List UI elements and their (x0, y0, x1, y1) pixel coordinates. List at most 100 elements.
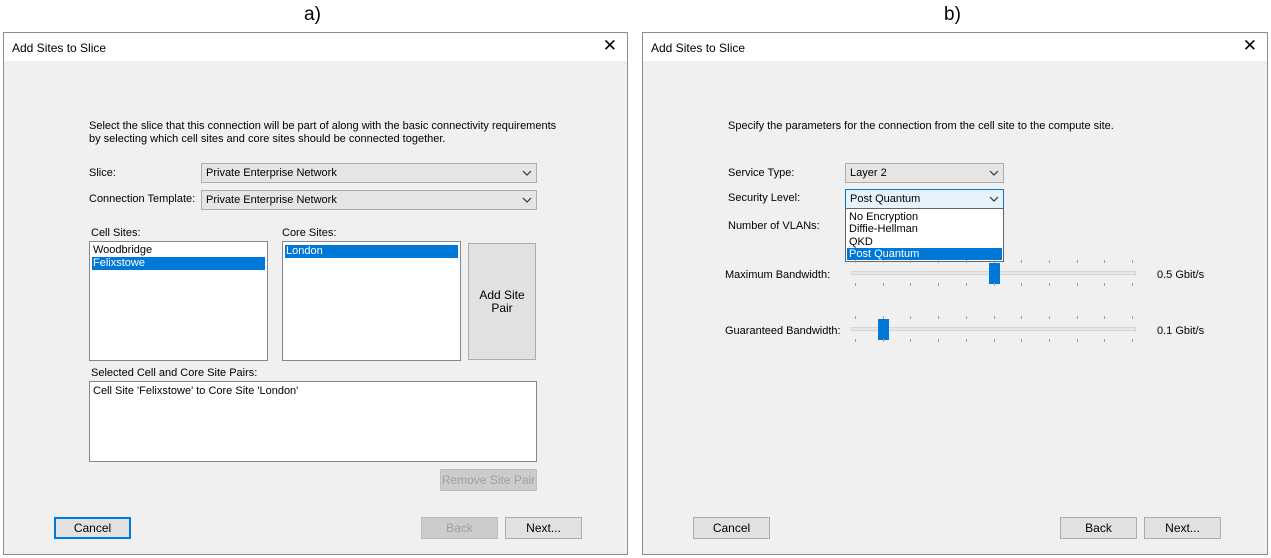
slider-tick (910, 339, 911, 342)
slider-tick (855, 283, 856, 286)
template-combobox[interactable]: Private Enterprise Network (201, 190, 537, 210)
slider-tick (966, 339, 967, 342)
slider-tick (1021, 260, 1022, 263)
chevron-down-icon (522, 170, 532, 176)
template-label: Connection Template: (89, 193, 196, 205)
template-value: Private Enterprise Network (206, 194, 337, 206)
slider-tick (1021, 283, 1022, 286)
dialog-add-sites-a: Add Sites to Slice ✕ Select the slice th… (3, 32, 628, 555)
slider-tick (1132, 283, 1133, 286)
chevron-down-icon (989, 170, 999, 176)
description-text: Select the slice that this connection wi… (89, 120, 557, 145)
slider-tick (1104, 283, 1105, 286)
slider-tick (1077, 283, 1078, 286)
slider-tick (1132, 316, 1133, 319)
slice-label: Slice: (89, 167, 116, 179)
slider-tick (1104, 260, 1105, 263)
security-level-value: Post Quantum (850, 193, 921, 205)
slider-tick (1077, 339, 1078, 342)
slider-track (851, 327, 1136, 331)
slider-tick (883, 260, 884, 263)
slice-value: Private Enterprise Network (206, 167, 337, 179)
slider-tick (1049, 260, 1050, 263)
slider-tick (994, 260, 995, 263)
back-button[interactable]: Back (1060, 517, 1137, 539)
title-bar: Add Sites to Slice ✕ (643, 33, 1267, 61)
slider-thumb[interactable] (989, 263, 1000, 284)
guaranteed-bandwidth-value: 0.1 Gbit/s (1157, 325, 1205, 337)
slider-tick (883, 316, 884, 319)
slider-tick (938, 260, 939, 263)
slider-thumb[interactable] (878, 319, 889, 340)
core-sites-list[interactable]: London (282, 241, 461, 361)
slider-tick (994, 283, 995, 286)
slider-tick (910, 260, 911, 263)
list-item-london[interactable]: London (285, 245, 458, 258)
slider-tick (966, 260, 967, 263)
next-button[interactable]: Next... (505, 517, 582, 539)
slice-combobox[interactable]: Private Enterprise Network (201, 163, 537, 183)
slider-tick (1132, 339, 1133, 342)
slider-tick (1104, 316, 1105, 319)
chevron-down-icon (522, 197, 532, 203)
slider-tick (966, 283, 967, 286)
list-item-pair[interactable]: Cell Site 'Felixstowe' to Core Site 'Lon… (92, 385, 534, 398)
remove-site-pair-button[interactable]: Remove Site Pair (440, 469, 537, 491)
slider-tick (1049, 283, 1050, 286)
guaranteed-bandwidth-slider[interactable] (851, 309, 1136, 349)
slider-tick (1021, 316, 1022, 319)
close-icon[interactable]: ✕ (1243, 37, 1257, 54)
slider-tick (994, 316, 995, 319)
list-item-woodbridge[interactable]: Woodbridge (92, 244, 265, 257)
slider-tick (994, 339, 995, 342)
slider-tick (966, 316, 967, 319)
figure-label-b: b) (944, 4, 961, 25)
pairs-label: Selected Cell and Core Site Pairs: (91, 367, 258, 379)
security-level-label: Security Level: (728, 192, 801, 204)
slider-tick (910, 316, 911, 319)
site-pairs-list[interactable]: Cell Site 'Felixstowe' to Core Site 'Lon… (89, 381, 537, 462)
cell-sites-label: Cell Sites: (91, 227, 141, 239)
max-bandwidth-value: 0.5 Gbit/s (1157, 269, 1205, 281)
slider-tick (938, 339, 939, 342)
add-site-pair-button[interactable]: Add Site Pair (468, 243, 536, 360)
guaranteed-bandwidth-label: Guaranteed Bandwidth: (725, 325, 841, 337)
max-bandwidth-label: Maximum Bandwidth: (725, 269, 831, 281)
option-diffie-hellman[interactable]: Diffie-Hellman (847, 223, 1002, 235)
slider-tick (1077, 316, 1078, 319)
max-bandwidth-slider[interactable] (851, 253, 1136, 293)
service-type-label: Service Type: (728, 167, 795, 179)
dialog-title: Add Sites to Slice (651, 41, 746, 55)
slider-tick (855, 260, 856, 263)
title-bar: Add Sites to Slice ✕ (4, 33, 627, 61)
cancel-button[interactable]: Cancel (54, 517, 131, 539)
cell-sites-list[interactable]: Woodbridge Felixstowe (89, 241, 268, 361)
back-button[interactable]: Back (421, 517, 498, 539)
cancel-button[interactable]: Cancel (693, 517, 770, 539)
vlans-label: Number of VLANs: (728, 220, 820, 232)
slider-tick (883, 283, 884, 286)
slider-tick (938, 283, 939, 286)
option-qkd[interactable]: QKD (847, 236, 1002, 248)
slider-tick (910, 283, 911, 286)
close-icon[interactable]: ✕ (603, 37, 617, 54)
security-level-combobox[interactable]: Post Quantum (845, 189, 1004, 209)
service-type-value: Layer 2 (850, 167, 887, 179)
slider-tick (855, 339, 856, 342)
slider-tick (1049, 316, 1050, 319)
slider-tick (1104, 339, 1105, 342)
core-sites-label: Core Sites: (282, 227, 337, 239)
next-button[interactable]: Next... (1144, 517, 1221, 539)
option-no-encryption[interactable]: No Encryption (847, 211, 1002, 223)
slider-tick (1132, 260, 1133, 263)
dialog-title: Add Sites to Slice (12, 41, 107, 55)
service-type-combobox[interactable]: Layer 2 (845, 163, 1004, 183)
chevron-down-icon (989, 196, 999, 202)
slider-tick (1049, 339, 1050, 342)
list-item-felixstowe[interactable]: Felixstowe (92, 257, 265, 270)
description-text: Specify the parameters for the connectio… (728, 120, 1114, 132)
slider-tick (883, 339, 884, 342)
dialog-add-sites-b: Add Sites to Slice ✕ Specify the paramet… (642, 32, 1268, 555)
figure-label-a: a) (304, 4, 321, 25)
slider-tick (855, 316, 856, 319)
